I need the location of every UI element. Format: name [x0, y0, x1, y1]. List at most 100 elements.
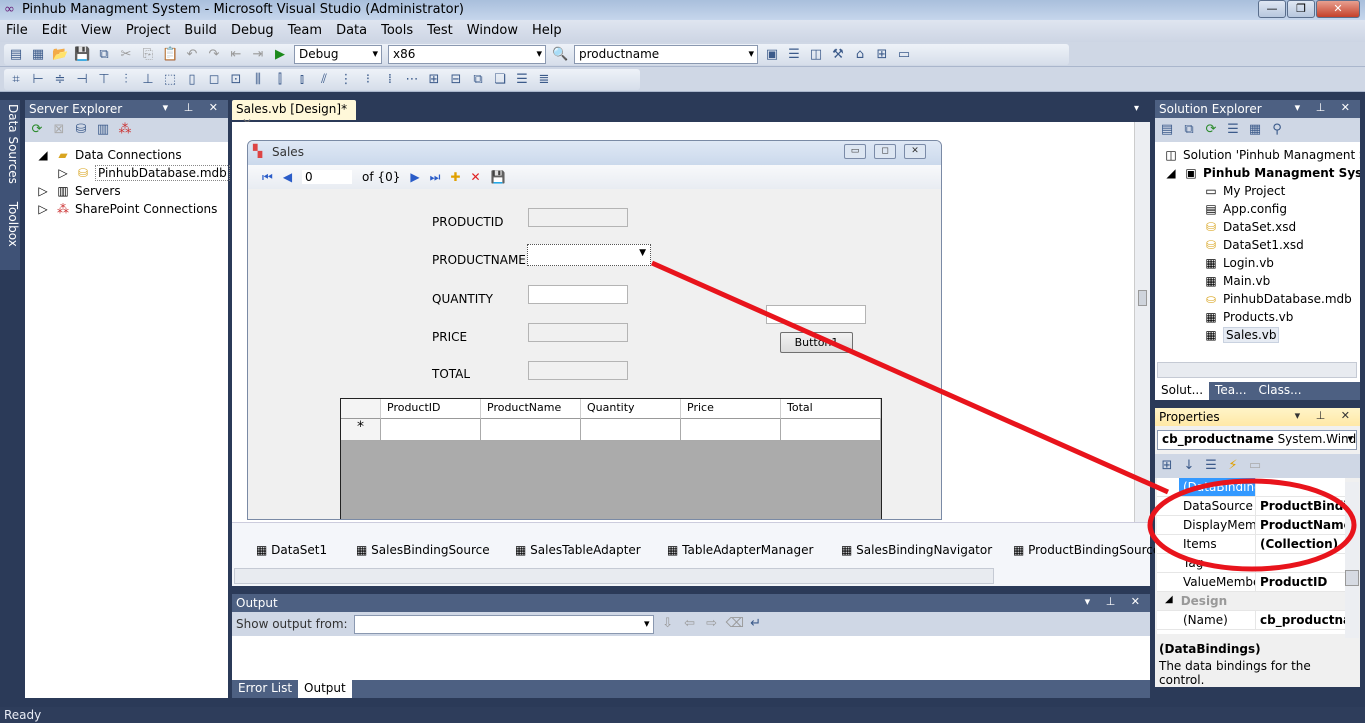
tree-item-data-connections[interactable]: ◢ ▰ Data Connections [35, 146, 228, 164]
document-list-icon[interactable]: ▾ [1134, 103, 1139, 114]
prev-message-icon[interactable]: ⇦ [682, 616, 698, 632]
properties-scrollbar[interactable] [1345, 482, 1359, 638]
total-textbox[interactable] [528, 361, 628, 380]
alphabetical-icon[interactable]: ↓ [1181, 458, 1197, 474]
clear-all-icon[interactable]: ⌫ [726, 616, 744, 632]
find-combo[interactable]: productname [574, 45, 758, 64]
start-page-icon[interactable]: ⌂ [852, 47, 868, 63]
menu-help[interactable]: Help [532, 23, 562, 42]
tray-table-adapter-manager[interactable]: ▦ TableAdapterManager [667, 543, 813, 557]
properties-view-icon[interactable]: ☰ [1203, 458, 1219, 474]
move-next-icon[interactable]: ▶ [410, 170, 419, 184]
copy-icon[interactable]: ⎘ [140, 47, 156, 63]
tray-horizontal-scrollbar[interactable] [234, 568, 994, 584]
tab-error-list[interactable]: Error List [232, 680, 298, 698]
tree-item-sharepoint[interactable]: ▷ ⁂ SharePoint Connections [35, 200, 228, 218]
move-previous-icon[interactable]: ◀ [283, 170, 292, 184]
file-main-vb[interactable]: ▦ Main.vb [1163, 272, 1360, 290]
tray-sales-table-adapter[interactable]: ▦ SalesTableAdapter [515, 543, 641, 557]
navigate-forward-icon[interactable]: ⇥ [250, 47, 266, 63]
platform-select[interactable]: x86 [388, 45, 546, 64]
panel-controls-icon[interactable]: ▾ ⊥ ✕ [1085, 595, 1146, 608]
menu-view[interactable]: View [81, 23, 112, 42]
price-textbox[interactable] [528, 323, 628, 342]
bring-to-front-icon[interactable]: ⧉ [470, 72, 486, 88]
word-wrap-icon[interactable]: ↵ [748, 616, 764, 632]
navigate-back-icon[interactable]: ⇤ [228, 47, 244, 63]
delete-icon[interactable]: ✕ [470, 170, 480, 184]
stop-icon[interactable]: ⊠ [51, 122, 67, 138]
tab-order-icon[interactable]: ☰ [514, 72, 530, 88]
connect-database-icon[interactable]: ⛁ [73, 122, 89, 138]
menu-window[interactable]: Window [467, 23, 518, 42]
panel-controls-icon[interactable]: ▾ ⊥ ✕ [1295, 409, 1356, 422]
file-products-vb[interactable]: ▦ Products.vb [1163, 308, 1360, 326]
increase-v-spacing-icon[interactable]: ⁝ [360, 72, 376, 88]
configuration-select[interactable]: Debug [294, 45, 382, 64]
scroll-thumb[interactable] [1138, 290, 1147, 306]
find-in-files-icon[interactable]: 🔍 [552, 47, 568, 63]
paste-icon[interactable]: 📋 [162, 47, 178, 63]
send-to-back-icon[interactable]: ❏ [492, 72, 508, 88]
tab-class[interactable]: Class... [1253, 382, 1308, 400]
tab-solution[interactable]: Solut... [1155, 382, 1210, 400]
file-dataset1-xsd[interactable]: ⛁ DataSet1.xsd [1163, 236, 1360, 254]
properties-window-icon[interactable]: ☰ [786, 47, 802, 63]
tree-item-database[interactable]: ▷ ⛁ PinhubDatabase.mdb [35, 164, 230, 182]
category-design[interactable]: ◢ Design [1157, 592, 1345, 611]
align-middles-icon[interactable]: ⫶ [118, 72, 134, 88]
panel-controls-icon[interactable]: ▾ ⊥ ✕ [1295, 101, 1356, 114]
object-selector[interactable]: cb_productname System.Window [1157, 430, 1357, 450]
file-dataset-xsd[interactable]: ⛁ DataSet.xsd [1163, 218, 1360, 236]
menu-team[interactable]: Team [288, 23, 322, 42]
menu-file[interactable]: File [6, 23, 28, 42]
form-close-button[interactable]: ✕ [904, 144, 926, 159]
cell[interactable] [781, 419, 881, 441]
save-data-icon[interactable]: 💾 [491, 170, 506, 184]
tray-sales-binding-source[interactable]: ▦ SalesBindingSource [356, 543, 490, 557]
tab-team[interactable]: Tea... [1209, 382, 1252, 400]
center-vertically-icon[interactable]: ⊟ [448, 72, 464, 88]
find-message-icon[interactable]: ⇩ [660, 616, 676, 632]
tab-output[interactable]: Output [298, 680, 352, 698]
save-all-icon[interactable]: ⧉ [96, 47, 112, 63]
menu-build[interactable]: Build [184, 23, 217, 42]
productid-textbox[interactable] [528, 208, 628, 227]
increase-h-spacing-icon[interactable]: ⫿ [272, 72, 288, 88]
vertical-spacing-icon[interactable]: ⋮ [338, 72, 354, 88]
position-input[interactable]: 0 [302, 170, 353, 184]
project-node[interactable]: ◢▣Pinhub Managment System [1163, 164, 1360, 182]
menu-tools[interactable]: Tools [381, 23, 413, 42]
size-to-grid-icon[interactable]: ⊡ [228, 72, 244, 88]
save-icon[interactable]: 💾 [74, 47, 90, 63]
property-pages-icon[interactable]: ▭ [1247, 458, 1263, 474]
close-button[interactable]: ✕ [1316, 0, 1360, 18]
start-debugging-icon[interactable]: ▶ [272, 47, 288, 63]
restore-button[interactable]: ❐ [1287, 0, 1315, 18]
align-tops-icon[interactable]: ⊤ [96, 72, 112, 88]
align-bottoms-icon[interactable]: ⊥ [140, 72, 156, 88]
toolbox-icon[interactable]: ⚒ [830, 47, 846, 63]
add-new-icon[interactable]: ✚ [450, 170, 460, 184]
grid-new-row[interactable]: * [341, 419, 881, 441]
column-header[interactable]: ProductID [381, 399, 481, 419]
form-maximize-button[interactable]: ◻ [874, 144, 896, 159]
toolbox-tab[interactable]: Toolbox [6, 202, 20, 247]
solution-horizontal-scrollbar[interactable] [1157, 362, 1357, 378]
menu-project[interactable]: Project [126, 23, 170, 42]
command-window-icon[interactable]: ▭ [896, 47, 912, 63]
align-rights-icon[interactable]: ⊣ [74, 72, 90, 88]
output-source-select[interactable] [353, 614, 654, 634]
property-row[interactable]: ValueMembe ProductID [1157, 573, 1345, 592]
lock-controls-icon[interactable]: ≣ [536, 72, 552, 88]
view-designer-icon[interactable]: ▦ [1247, 122, 1263, 138]
file-login-vb[interactable]: ▦ Login.vb [1163, 254, 1360, 272]
undo-icon[interactable]: ↶ [184, 47, 200, 63]
button1[interactable]: Button1 [780, 332, 853, 353]
file-sales-vb[interactable]: ▦ Sales.vb [1163, 326, 1360, 344]
solution-explorer-icon[interactable]: ▣ [764, 47, 780, 63]
minimize-button[interactable]: — [1258, 0, 1286, 18]
property-row[interactable]: (Name)cb_productnam [1157, 611, 1345, 630]
properties-icon[interactable]: ▤ [1159, 122, 1175, 138]
menu-debug[interactable]: Debug [231, 23, 274, 42]
